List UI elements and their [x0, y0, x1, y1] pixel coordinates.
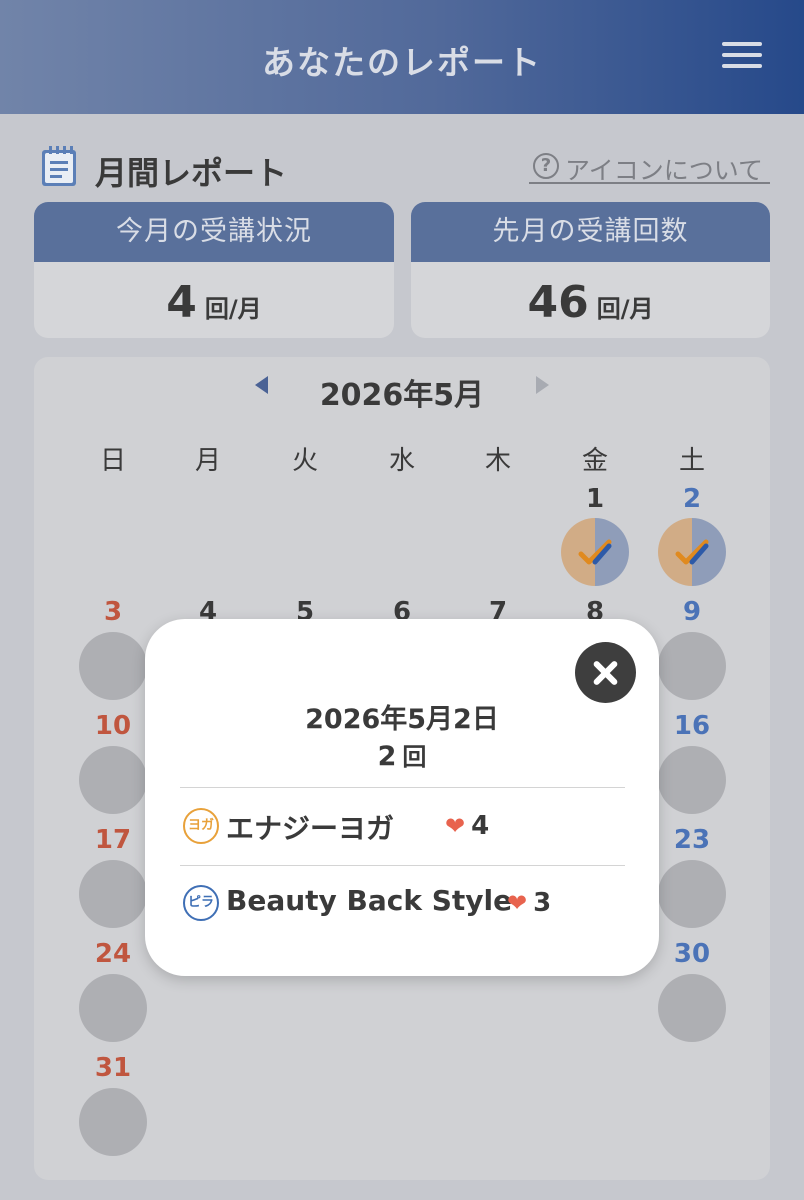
stat-card-title: 今月の受講状況: [34, 202, 394, 262]
day-number: 1: [585, 484, 605, 514]
class-name: エナジーヨガ: [226, 812, 395, 845]
weekday-label: 水: [388, 446, 415, 476]
modal-count-unit: 回: [402, 743, 427, 771]
stat-unit: 回/月: [204, 295, 262, 323]
heart-icon: ❤: [507, 889, 528, 917]
day-circle[interactable]: [79, 632, 147, 700]
icon-help-link[interactable]: ? アイコンについて: [529, 152, 770, 185]
hamburger-menu-icon[interactable]: [722, 38, 766, 72]
class-row-pilates[interactable]: ピラ Beauty Back Style ❤ 3: [180, 874, 625, 934]
stat-card-this-month: 今月の受講状況 4 回/月: [34, 202, 394, 338]
day-number: 9: [682, 597, 702, 627]
section-title: 月間レポート: [95, 154, 288, 192]
help-link-label: アイコンについて: [565, 156, 764, 185]
page-title: あなたのレポート: [262, 43, 542, 82]
day-number: 10: [94, 711, 132, 741]
class-badge-pilates: ピラ: [183, 885, 219, 921]
day-circle[interactable]: [658, 860, 726, 928]
day-number: 3: [103, 597, 123, 627]
day-number: 23: [673, 825, 711, 855]
class-badge-yoga: ヨガ: [183, 808, 219, 844]
like-count: ❤ 3: [507, 888, 551, 918]
day-number: 24: [94, 939, 132, 969]
day-circle[interactable]: [79, 974, 147, 1042]
like-value: 3: [533, 888, 552, 918]
day-attended-circle[interactable]: [561, 518, 629, 586]
day-number: 17: [94, 825, 132, 855]
month-label: 2026年5月: [319, 378, 485, 413]
check-icon: [578, 539, 612, 565]
stat-card-title: 先月の受講回数: [411, 202, 770, 262]
app-header: あなたのレポート: [0, 0, 804, 114]
weekday-label: 日: [99, 446, 126, 476]
next-month-icon[interactable]: [536, 376, 549, 394]
day-circle[interactable]: [658, 632, 726, 700]
modal-count: 2回: [145, 737, 659, 772]
day-circle[interactable]: [658, 974, 726, 1042]
day-number: 30: [673, 939, 711, 969]
heart-icon: ❤: [445, 812, 466, 840]
class-name: Beauty Back Style: [226, 884, 513, 917]
weekday-label: 月: [194, 446, 221, 476]
day-circle[interactable]: [79, 1088, 147, 1156]
weekday-label: 金: [581, 446, 608, 476]
stat-value: 46: [527, 277, 589, 328]
modal-date: 2026年5月2日: [305, 704, 499, 735]
modal-count-value: 2: [377, 741, 397, 772]
divider: [180, 787, 625, 788]
like-value: 4: [471, 811, 490, 841]
stat-card-last-month: 先月の受講回数 46 回/月: [411, 202, 770, 338]
day-circle[interactable]: [79, 860, 147, 928]
question-circle-icon: ?: [533, 153, 559, 179]
day-circle[interactable]: [79, 746, 147, 814]
day-number: 16: [673, 711, 711, 741]
notepad-icon: [41, 144, 79, 188]
stat-unit: 回/月: [596, 295, 654, 323]
day-attended-circle[interactable]: [658, 518, 726, 586]
day-number: 2: [682, 484, 702, 514]
stat-value: 4: [166, 277, 197, 328]
day-number: 31: [94, 1053, 132, 1083]
weekday-label: 木: [484, 446, 511, 476]
divider: [180, 865, 625, 866]
class-row-yoga[interactable]: ヨガ エナジーヨガ ❤ 4: [180, 797, 625, 857]
weekday-label: 火: [291, 446, 318, 476]
check-icon: [675, 539, 709, 565]
like-count: ❤ 4: [445, 811, 489, 841]
day-circle[interactable]: [658, 746, 726, 814]
weekday-label: 土: [678, 446, 705, 476]
close-x-icon[interactable]: [575, 642, 636, 703]
